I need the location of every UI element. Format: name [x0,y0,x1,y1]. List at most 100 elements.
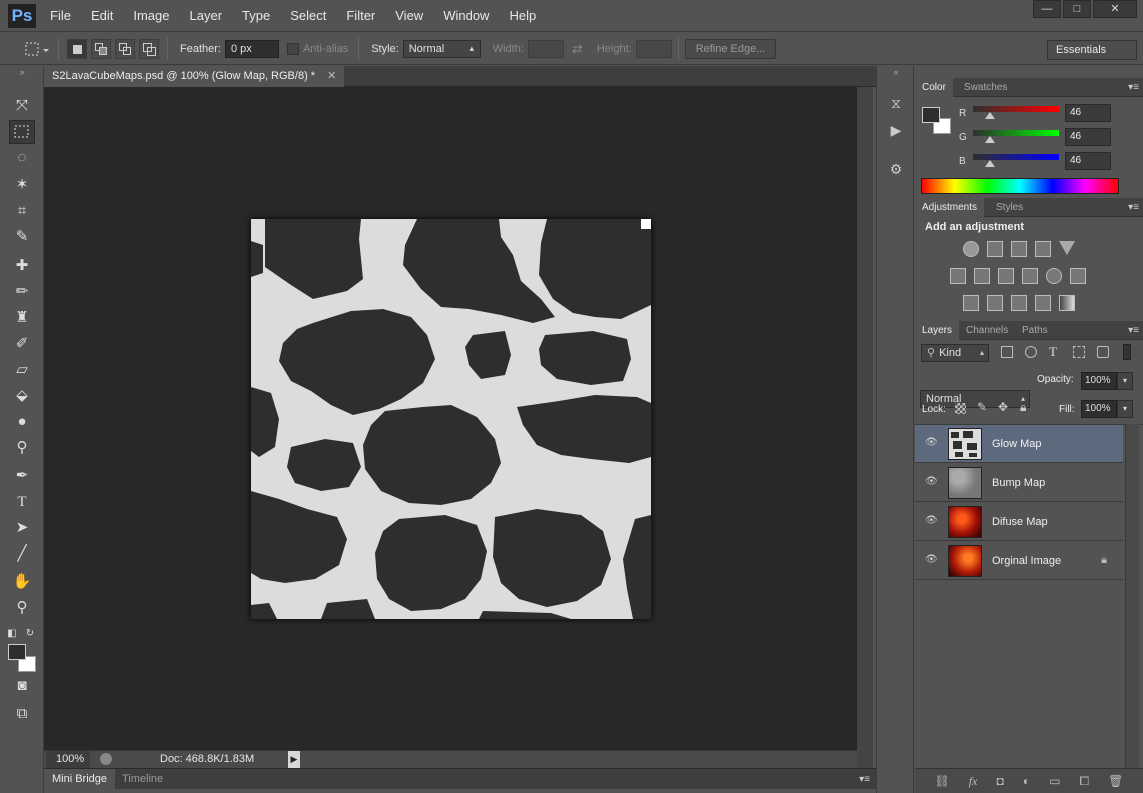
menu-view[interactable]: View [385,0,433,32]
menu-filter[interactable]: Filter [336,0,385,32]
invert-icon[interactable] [963,295,979,311]
magic-wand-tool-icon[interactable]: ✶ [9,173,35,197]
path-selection-tool-icon[interactable]: ➤ [9,516,35,540]
tab-styles[interactable]: Styles [989,198,1030,217]
filter-smart-object-icon[interactable] [1097,346,1109,358]
lock-transparent-pixels-icon[interactable] [955,403,966,414]
layer-row-difuse-map[interactable]: 👁︎ Difuse Map [915,503,1123,541]
pen-tool-icon[interactable]: ✒ [9,464,35,488]
tab-timeline[interactable]: Timeline [114,769,171,790]
close-document-icon[interactable]: ✕ [327,66,336,87]
lock-all-icon[interactable]: 🔒︎ [1020,400,1026,415]
tab-swatches[interactable]: Swatches [957,78,1014,97]
dodge-tool-icon[interactable]: ⚲ [9,436,35,460]
visibility-eye-icon[interactable]: 👁︎ [925,516,938,526]
layer-row-glow-map[interactable]: 👁︎ Glow Map [915,425,1123,463]
marquee-preset-picker[interactable] [22,38,52,60]
filter-type-layer-icon[interactable]: T [1049,344,1057,360]
link-layers-icon[interactable]: ⛓ [935,774,950,788]
tab-paths[interactable]: Paths [1015,321,1055,340]
panel-menu-icon[interactable]: ▾≡ [1128,78,1139,97]
green-slider-thumb[interactable] [985,136,995,143]
actions-panel-icon[interactable]: ▶ [885,119,907,141]
new-adjustment-layer-icon[interactable]: ◐ [1023,774,1030,788]
glow-map-image[interactable] [251,219,651,619]
style-dropdown[interactable]: Normal ▲ [402,39,481,58]
type-tool-icon[interactable]: T [9,490,35,514]
red-slider-thumb[interactable] [985,112,995,119]
height-input[interactable] [635,39,672,58]
layer-row-bump-map[interactable]: 👁︎ Bump Map [915,464,1123,502]
document-tab[interactable]: S2LavaCubeMaps.psd @ 100% (Glow Map, RGB… [44,66,345,87]
lock-image-pixels-icon[interactable]: ✎ [977,400,987,414]
properties-panel-icon[interactable]: ⚙ [885,158,907,180]
vibrance-icon[interactable] [1059,241,1075,255]
threshold-icon[interactable] [1011,295,1027,311]
rectangular-marquee-tool-icon[interactable] [9,120,35,144]
foreground-color-chip[interactable] [922,107,940,123]
workspace-switcher[interactable]: Essentials [1047,40,1137,60]
layer-filter-dropdown[interactable]: ⚲ Kind ▴ [921,344,989,362]
delete-layer-trash-icon[interactable]: 🗑︎ [1108,774,1123,788]
visibility-eye-icon[interactable]: 👁︎ [925,477,938,487]
vertical-scrollbar[interactable] [857,87,873,750]
close-button[interactable]: ✕ [1093,0,1137,18]
swap-colors-icon[interactable]: ↻ [24,622,36,646]
panel-menu-icon[interactable]: ▾≡ [1128,198,1139,217]
opacity-slider-arrow-icon[interactable]: ▾ [1117,372,1133,390]
clone-stamp-tool-icon[interactable]: ♜ [9,306,35,330]
lasso-tool-icon[interactable]: ◌ [9,146,35,170]
menu-select[interactable]: Select [280,0,336,32]
panel-menu-icon[interactable]: ▾≡ [859,769,870,790]
eraser-tool-icon[interactable]: ▱ [9,358,35,382]
menu-edit[interactable]: Edit [81,0,123,32]
zoom-tool-icon[interactable]: ⚲ [9,596,35,620]
color-balance-icon[interactable] [974,268,990,284]
refine-edge-button[interactable]: Refine Edge... [684,38,777,59]
crop-tool-icon[interactable]: ⌗ [9,199,35,223]
selective-color-icon[interactable] [1035,295,1051,311]
antialias-checkbox[interactable] [286,42,299,55]
quick-mask-icon[interactable]: ◙ [9,674,35,698]
layer-style-fx-icon[interactable]: fx [969,774,978,789]
subtract-from-selection-button[interactable] [115,38,135,59]
status-info-icon[interactable] [100,753,112,765]
gradient-map-icon[interactable] [1059,295,1075,311]
posterize-icon[interactable] [987,295,1003,311]
layers-scrollbar[interactable] [1125,424,1139,768]
filter-adjustment-layer-icon[interactable] [1025,346,1037,358]
add-mask-icon[interactable]: ◘ [997,774,1004,788]
intersect-selection-button[interactable] [139,38,159,59]
brush-tool-icon[interactable]: ✏ [9,280,35,304]
fill-slider-arrow-icon[interactable]: ▾ [1117,400,1133,418]
red-value-input[interactable]: 46 [1065,104,1111,122]
menu-help[interactable]: Help [499,0,546,32]
visibility-eye-icon[interactable]: 👁︎ [925,438,938,448]
healing-brush-tool-icon[interactable]: ✚ [9,254,35,278]
opacity-input[interactable]: 100% [1081,372,1117,390]
new-group-folder-icon[interactable]: ▭ [1049,774,1060,788]
tab-adjustments[interactable]: Adjustments [915,198,985,217]
tab-color[interactable]: Color [915,78,953,97]
layer-row-orginal-image[interactable]: 👁︎ Orginal Image 🔒︎ [915,542,1123,580]
hand-tool-icon[interactable]: ✋ [9,570,35,594]
swap-dimensions-icon[interactable]: ⇄ [572,41,583,57]
width-input[interactable] [527,39,564,58]
eyedropper-tool-icon[interactable]: ✎ [9,225,35,249]
minimize-button[interactable]: — [1033,0,1061,18]
menu-file[interactable]: File [40,0,81,32]
menu-image[interactable]: Image [123,0,179,32]
visibility-eye-icon[interactable]: 👁︎ [925,555,938,565]
exposure-icon[interactable] [1035,241,1051,257]
history-brush-tool-icon[interactable]: ✐ [9,332,35,356]
collapse-toolbar-icon[interactable]: » [9,66,35,78]
new-selection-button[interactable] [67,38,87,59]
menu-window[interactable]: Window [433,0,499,32]
brightness-contrast-icon[interactable] [963,241,979,257]
levels-icon[interactable] [987,241,1003,257]
move-tool-icon[interactable]: ⤧ [9,94,35,118]
blue-value-input[interactable]: 46 [1065,152,1111,170]
menu-type[interactable]: Type [232,0,280,32]
fill-input[interactable]: 100% [1081,400,1117,418]
photo-filter-icon[interactable] [1022,268,1038,284]
